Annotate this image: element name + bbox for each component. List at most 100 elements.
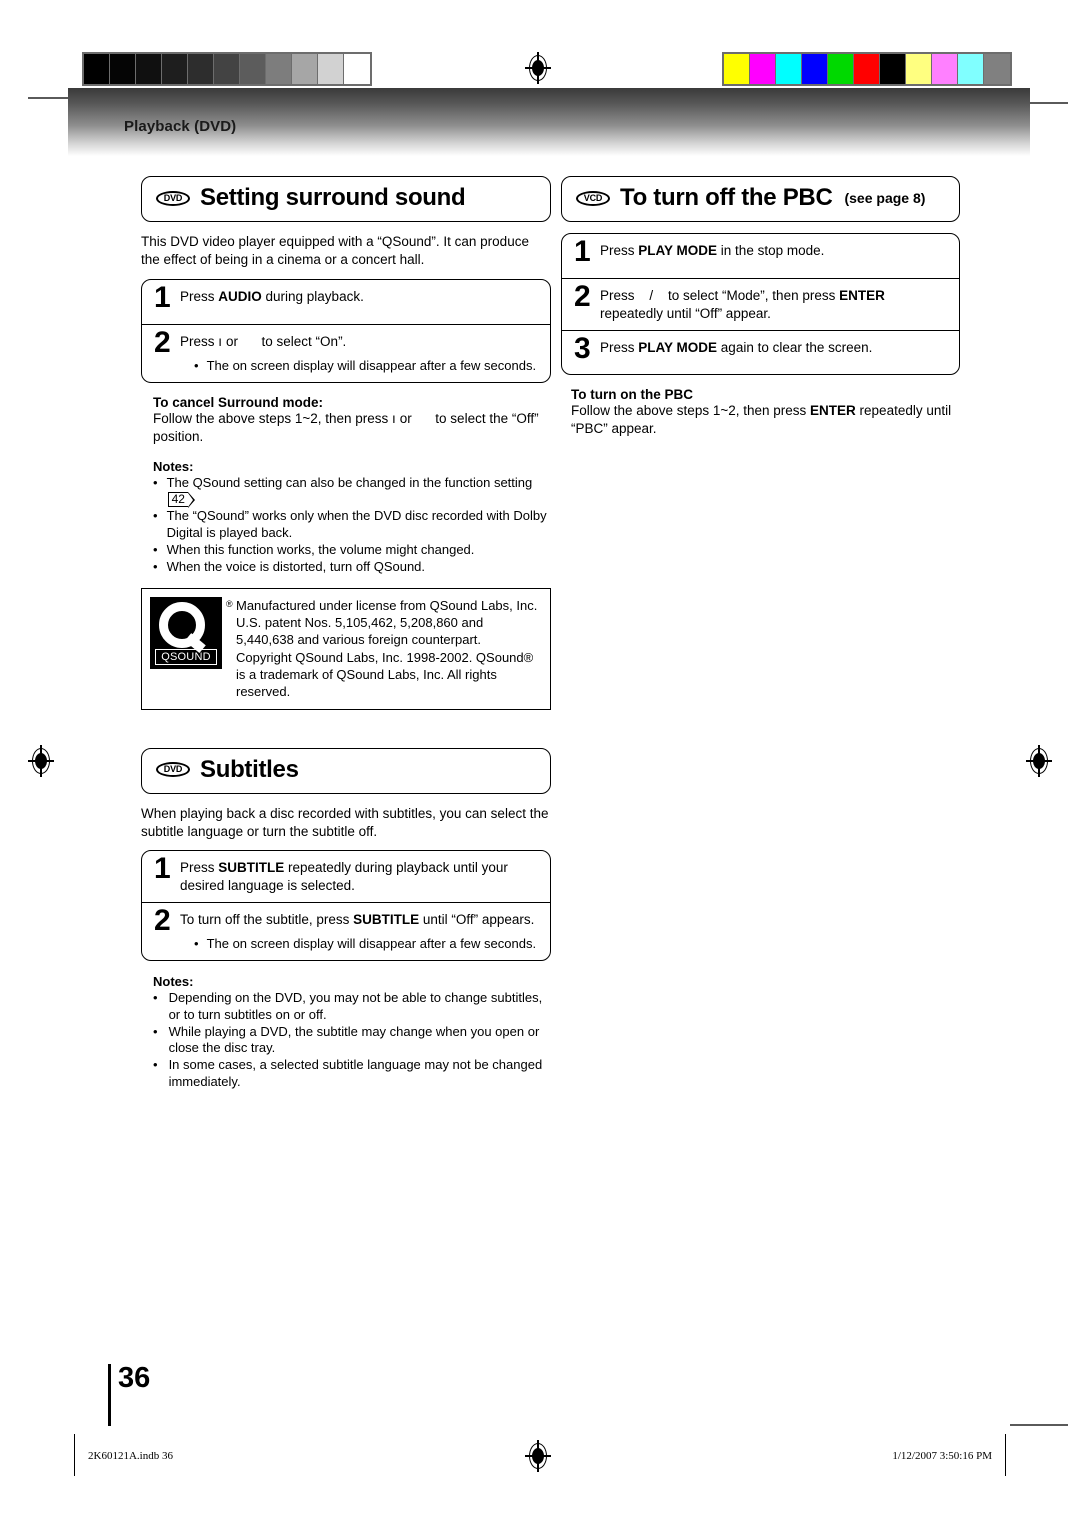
step-text-before: Press [600, 288, 639, 303]
step-button-name: ENTER [839, 288, 885, 303]
step-text-before: Press [180, 288, 219, 304]
vcd-disc-badge-icon: VCD [576, 190, 610, 206]
intro-paragraph-surround: This DVD video player equipped with a “Q… [141, 234, 529, 267]
step-sub-bullet: • The on screen display will disappear a… [180, 358, 538, 375]
step-item: 2 To turn off the subtitle, press SUBTIT… [142, 902, 550, 960]
steps-list-subtitles: 1 Press SUBTITLE repeatedly during playb… [141, 850, 551, 961]
note-item: • The QSound setting can also be changed… [153, 475, 551, 509]
calibration-swatch [750, 54, 776, 84]
step-number: 2 [574, 280, 591, 313]
step-text-before: Press [600, 243, 639, 258]
calibration-swatch [776, 54, 802, 84]
footer-rule-right [1004, 1434, 1006, 1476]
calibration-swatch [188, 54, 214, 84]
note-text: While playing a DVD, the subtitle may ch… [168, 1023, 540, 1056]
grayscale-calibration-swatches [82, 52, 372, 86]
footer-source-filename: 2K60121A.indb 36 [88, 1450, 173, 1462]
calibration-swatch [214, 54, 240, 84]
calibration-swatch [344, 54, 370, 84]
registration-target-icon-right [1026, 745, 1052, 777]
step-button-name: PLAY MODE [638, 243, 718, 258]
step-number: 1 [154, 852, 171, 886]
note-text: When this function works, the volume mig… [166, 542, 475, 558]
page-reference-chip[interactable]: 42 [167, 492, 196, 509]
right-column: VCD To turn off the PBC (see page 8) 1 P… [561, 176, 960, 438]
note-item: • When this function works, the volume m… [153, 542, 551, 559]
section-title-text: To turn off the PBC [620, 184, 833, 211]
cursor-updown-arrow-icon: / [649, 288, 654, 303]
step-text-after: to select “On”. [257, 333, 347, 349]
step-text-before: To turn off the subtitle, press [180, 912, 354, 928]
bullet-icon: • [153, 508, 158, 524]
step-text: Press PLAY MODE in the stop mode. [600, 239, 947, 260]
step-text: To turn off the subtitle, press SUBTITLE… [180, 908, 538, 953]
turn-on-text-a: Follow the above steps 1~2, then press [571, 402, 811, 418]
step-sub-bullet: • The on screen display will disappear a… [180, 936, 538, 953]
step-number: 1 [574, 235, 591, 268]
section-title-subtitles: DVD Subtitles [141, 747, 551, 794]
section-title-setting-surround-sound: DVD Setting surround sound [141, 176, 551, 222]
cancel-text-a: Follow the above steps 1~2, then press [153, 410, 393, 426]
cancel-text-b: or [396, 410, 416, 426]
step-text: Press AUDIO during playback. [180, 285, 538, 306]
turn-on-pbc-body: Follow the above steps 1~2, then press E… [571, 402, 960, 438]
calibration-swatch [958, 54, 984, 84]
qsound-wordmark: QSOUND [155, 648, 217, 665]
step-item: 2 Press ı or to select “On”. • The on sc… [142, 323, 550, 382]
section-title-text: Setting surround sound [200, 184, 466, 211]
note-text: Depending on the DVD, you may not be abl… [168, 989, 543, 1022]
running-header-title: Playback (DVD) [124, 118, 237, 135]
note-text: When the voice is distorted, turn off QS… [166, 558, 426, 574]
step-number: 2 [154, 904, 171, 938]
dvd-disc-badge-icon: DVD [156, 762, 190, 778]
calibration-swatch [880, 54, 906, 84]
qsound-license-text: Manufactured under license from QSound L… [236, 597, 538, 700]
note-text-a: The QSound setting can also be changed i… [166, 474, 533, 490]
document-page: Playback (DVD) DVD Setting surround soun… [0, 0, 1080, 1527]
step-text-after: until “Off” appears. [419, 912, 535, 928]
turn-on-button-name: ENTER [810, 402, 856, 418]
bullet-icon: • [153, 542, 158, 558]
footer-rule-left [74, 1434, 76, 1476]
page-number: 36 [118, 1362, 151, 1394]
note-text: In some cases, a selected subtitle langu… [168, 1057, 543, 1090]
qsound-logo-icon: QSOUND [150, 596, 222, 669]
calibration-swatch [84, 54, 110, 84]
step-item: 1 Press SUBTITLE repeatedly during playb… [142, 851, 550, 902]
note-item: • While playing a DVD, the subtitle may … [153, 1024, 551, 1058]
bullet-icon: • [153, 474, 158, 490]
footer-timestamp: 1/12/2007 3:50:16 PM [892, 1450, 992, 1462]
step-button-name: SUBTITLE [218, 860, 285, 876]
note-item: • In some cases, a selected subtitle lan… [153, 1057, 551, 1091]
note-text: The “QSound” works only when the DVD dis… [166, 508, 547, 541]
step-sub-bullet-text: The on screen display will disappear aft… [206, 935, 537, 951]
step-text-after: during playback. [261, 288, 364, 304]
notes-list-subtitles: • Depending on the DVD, you may not be a… [153, 990, 551, 1091]
left-column: DVD Setting surround sound This DVD vide… [141, 176, 551, 1091]
qsound-logo-wrapper: QSOUND ® [150, 596, 233, 669]
step-button-name: PLAY MODE [638, 339, 718, 355]
calibration-swatch [932, 54, 958, 84]
step-item: 2 Press / to select “Mode”, then press E… [562, 278, 959, 330]
step-button-name: SUBTITLE [353, 912, 420, 928]
note-item: • When the voice is distorted, turn off … [153, 559, 551, 576]
calibration-swatch [802, 54, 828, 84]
notes-heading-subtitles: Notes: [153, 973, 194, 989]
steps-list-pbc: 1 Press PLAY MODE in the stop mode. 2 Pr… [561, 233, 960, 375]
step-item: 3 Press PLAY MODE again to clear the scr… [562, 329, 959, 374]
registration-target-icon-bottom [525, 1440, 551, 1472]
intro-paragraph-subtitles: When playing back a disc recorded with s… [141, 805, 549, 839]
step-number: 1 [154, 280, 171, 314]
step-text-before: Press [600, 339, 639, 355]
bullet-icon: • [194, 357, 199, 373]
calibration-swatch [162, 54, 188, 84]
step-number: 3 [574, 331, 591, 365]
steps-list-surround: 1 Press AUDIO during playback. 2 Press ı… [141, 278, 551, 383]
registered-trademark-icon: ® [226, 598, 233, 609]
trim-mark-bottom-right [1010, 1424, 1068, 1426]
calibration-swatch [724, 54, 750, 84]
step-sub-bullet-text: The on screen display will disappear aft… [206, 357, 537, 373]
subheading-cancel-surround-mode: To cancel Surround mode: [153, 394, 324, 410]
step-text-mid: to select “Mode”, then press [664, 288, 840, 303]
calibration-swatch [266, 54, 292, 84]
